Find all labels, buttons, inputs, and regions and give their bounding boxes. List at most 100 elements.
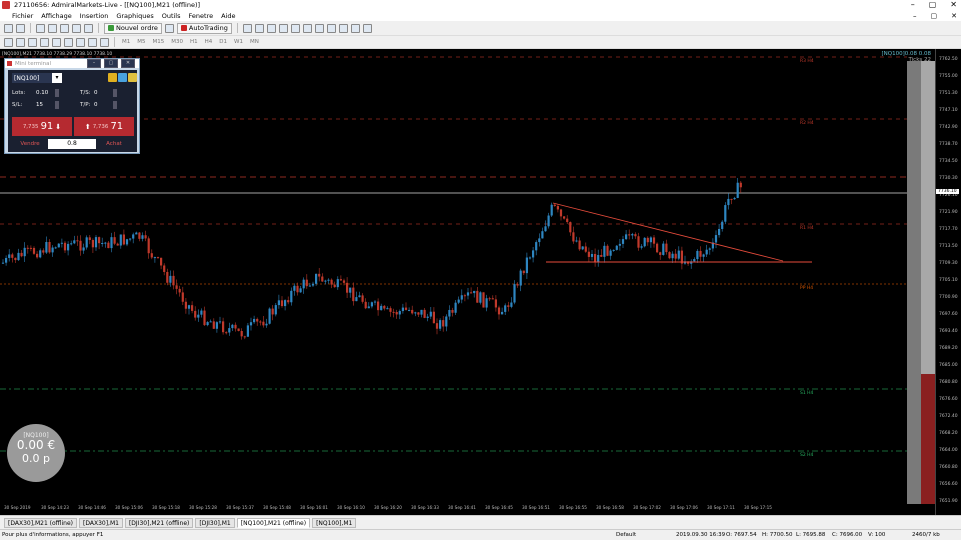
sell-label[interactable]: Vendre — [12, 141, 48, 147]
child-close-button[interactable]: ✕ — [951, 12, 957, 20]
candle-body — [45, 242, 48, 253]
indicators-icon[interactable] — [338, 23, 348, 33]
lots-spinner[interactable] — [55, 89, 59, 97]
data-window-icon[interactable] — [48, 23, 57, 33]
lock-icon[interactable] — [108, 73, 117, 82]
buy-button[interactable]: ⬆ 7,736 71 — [74, 117, 134, 136]
maximize-button[interactable]: ▢ — [929, 0, 937, 9]
candle-body — [457, 299, 460, 303]
mini-terminal-titlebar[interactable]: Mini terminal – ▢ ✕ — [5, 59, 139, 68]
ts-input[interactable]: 0 — [92, 89, 112, 97]
minimize-button[interactable]: – — [911, 0, 915, 9]
status-profile[interactable]: Default — [616, 532, 636, 538]
tab-dax30-m21[interactable]: [DAX30],M21 (offline) — [4, 517, 77, 528]
bar-chart-icon[interactable] — [242, 23, 252, 33]
menu-fichier[interactable]: Fichier — [12, 12, 33, 20]
zoom-out-icon[interactable] — [290, 23, 300, 33]
buy-label[interactable]: Achat — [96, 141, 132, 147]
tab-dax30-m1[interactable]: [DAX30],M1 — [79, 517, 123, 528]
periods-icon[interactable] — [350, 23, 360, 33]
candle-body — [553, 204, 556, 207]
cursor-icon[interactable] — [4, 37, 13, 47]
crosshair-icon[interactable] — [16, 37, 25, 47]
timeframe-m5[interactable]: M5 — [135, 39, 147, 45]
menu-outils[interactable]: Outils — [162, 12, 181, 20]
chevron-down-icon[interactable]: ▾ — [52, 73, 62, 83]
menu-aide[interactable]: Aide — [221, 12, 235, 20]
profiles-icon[interactable] — [16, 23, 25, 33]
candle-body — [404, 307, 408, 310]
timeframe-m1[interactable]: M1 — [120, 39, 132, 45]
line-chart-icon[interactable] — [266, 23, 276, 33]
mini-terminal-maximize-button[interactable]: ▢ — [104, 59, 118, 68]
mini-terminal[interactable]: Mini terminal – ▢ ✕ [NQ100] ▾ Lots: 0.10… — [4, 58, 140, 154]
metaeditor-icon[interactable] — [164, 23, 174, 33]
close-button[interactable]: ✕ — [950, 0, 957, 9]
timeframe-h1[interactable]: H1 — [188, 39, 200, 45]
time-tick-label: 30 Sep 15:48 — [263, 505, 291, 510]
candle-body — [575, 240, 578, 242]
menu-graphiques[interactable]: Graphiques — [116, 12, 153, 20]
tab-nq100-m1[interactable]: [NQ100],M1 — [312, 517, 357, 528]
mini-terminal-close-button[interactable]: ✕ — [121, 59, 135, 68]
tab-nq100-m21[interactable]: [NQ100],M21 (offline) — [236, 517, 311, 528]
time-tick-label: 30 Sep 16:58 — [596, 505, 624, 510]
menu-insertion[interactable]: Insertion — [80, 12, 109, 20]
tile-windows-icon[interactable] — [302, 23, 312, 33]
candle-body — [342, 280, 346, 283]
chart-window[interactable]: [NQ100],M21 7738.10 7738.29 7738.10 7738… — [0, 49, 961, 515]
new-order-button[interactable]: Nouvel ordre — [104, 22, 162, 34]
pivot-label: R2 H4 — [800, 121, 814, 126]
timeframe-m15[interactable]: M15 — [151, 39, 167, 45]
child-restore-button[interactable]: ▢ — [931, 12, 938, 20]
candle-body — [101, 243, 104, 245]
strategy-tester-icon[interactable] — [84, 23, 93, 33]
tab-dji30-m21[interactable]: [DJI30],M21 (offline) — [124, 517, 194, 528]
timeframe-d1[interactable]: D1 — [217, 39, 229, 45]
new-chart-icon[interactable] — [4, 23, 13, 33]
sell-button[interactable]: 7,735 91 ⬇ — [12, 117, 72, 136]
candle-body — [634, 234, 637, 237]
channel-icon[interactable] — [64, 37, 73, 47]
label-icon[interactable] — [100, 37, 109, 47]
zoom-in-icon[interactable] — [278, 23, 288, 33]
timeframe-mn[interactable]: MN — [248, 39, 261, 45]
menu-affichage[interactable]: Affichage — [41, 12, 72, 20]
menu-fenetre[interactable]: Fenetre — [189, 12, 214, 20]
settings-icon[interactable] — [118, 73, 127, 82]
candlesticks-icon[interactable] — [254, 23, 264, 33]
vertical-line-icon[interactable] — [28, 37, 37, 47]
tp-spinner[interactable] — [113, 101, 117, 109]
templates-icon[interactable] — [362, 23, 372, 33]
chart-shift-icon[interactable] — [326, 23, 336, 33]
sl-spinner[interactable] — [55, 101, 59, 109]
navigator-icon[interactable] — [60, 23, 69, 33]
candle-body — [699, 250, 702, 257]
timeframe-m30[interactable]: M30 — [169, 39, 185, 45]
price-axis[interactable]: 7762.50 7755.00 7751.30 7747.10 7742.90 7738.… — [935, 49, 961, 515]
time-axis[interactable]: 30 Sep 2019 30 Sep 14:23 30 Sep 14:46 30 Se… — [0, 503, 935, 515]
horizontal-line-icon[interactable] — [40, 37, 49, 47]
trendline-icon[interactable] — [52, 37, 61, 47]
candle-body — [11, 254, 14, 258]
lots-input[interactable]: 0.10 — [34, 89, 54, 97]
candlestick-chart[interactable] — [0, 49, 935, 503]
alert-icon[interactable] — [128, 73, 137, 82]
autotrading-button[interactable]: AutoTrading — [176, 22, 232, 34]
timeframe-h4[interactable]: H4 — [203, 39, 215, 45]
market-watch-icon[interactable] — [36, 23, 45, 33]
autoscroll-icon[interactable] — [314, 23, 324, 33]
mini-terminal-minimize-button[interactable]: – — [87, 59, 101, 68]
tab-dji30-m1[interactable]: [DJI30],M1 — [195, 517, 235, 528]
candle-body — [674, 253, 677, 259]
text-icon[interactable] — [88, 37, 97, 47]
volume-input[interactable]: 0.8 — [48, 139, 96, 149]
child-minimize-button[interactable]: – — [913, 12, 917, 20]
fibonacci-icon[interactable] — [76, 37, 85, 47]
tp-input[interactable]: 0 — [92, 101, 112, 109]
terminal-icon[interactable] — [72, 23, 81, 33]
sl-input[interactable]: 15 — [34, 101, 54, 109]
price-tick-label: 7700.90 — [939, 295, 958, 300]
timeframe-w1[interactable]: W1 — [232, 39, 245, 45]
ts-spinner[interactable] — [113, 89, 117, 97]
